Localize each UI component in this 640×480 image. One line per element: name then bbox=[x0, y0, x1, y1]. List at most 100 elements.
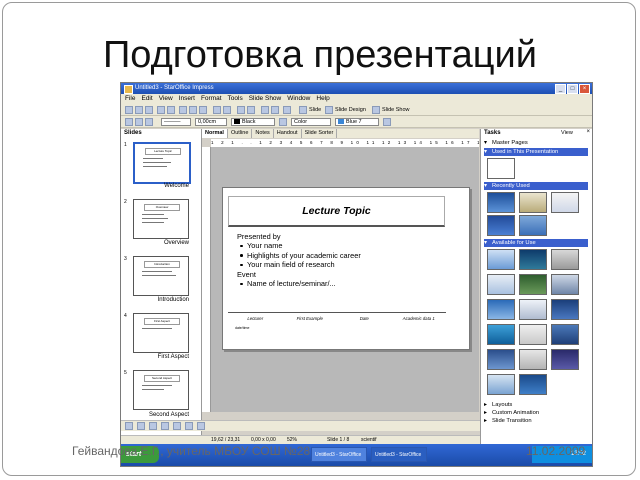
master-thumb[interactable] bbox=[487, 374, 515, 395]
menu-view[interactable]: View bbox=[159, 94, 173, 104]
thumb-line bbox=[142, 275, 176, 276]
text-tool-icon[interactable] bbox=[173, 422, 181, 430]
slide-canvas[interactable]: Lecture Topic Presented by Your name Hig… bbox=[222, 187, 470, 350]
master-thumb[interactable] bbox=[519, 324, 547, 345]
master-thumb[interactable] bbox=[551, 299, 579, 320]
spellcheck-icon[interactable] bbox=[167, 106, 175, 114]
master-thumb[interactable] bbox=[551, 192, 579, 213]
slide-thumbnail-3[interactable]: Introduction bbox=[133, 256, 189, 296]
master-thumb[interactable] bbox=[519, 349, 547, 370]
ellipse-icon[interactable] bbox=[161, 422, 169, 430]
cut-icon[interactable] bbox=[179, 106, 187, 114]
connector-icon[interactable] bbox=[197, 422, 205, 430]
chart-icon[interactable] bbox=[247, 106, 255, 114]
tab-slide-sorter[interactable]: Slide Sorter bbox=[302, 129, 338, 138]
new-icon[interactable] bbox=[125, 106, 133, 114]
line-tool-icon[interactable] bbox=[137, 422, 145, 430]
minimize-icon[interactable]: _ bbox=[555, 84, 566, 94]
styles-icon[interactable] bbox=[125, 118, 133, 126]
menu-file[interactable]: File bbox=[125, 94, 135, 104]
thumb-line bbox=[142, 222, 164, 223]
navigator-icon[interactable] bbox=[261, 106, 269, 114]
master-thumb[interactable] bbox=[487, 274, 515, 295]
master-thumb[interactable] bbox=[487, 249, 515, 270]
close-icon[interactable]: × bbox=[579, 84, 590, 94]
master-thumb[interactable] bbox=[487, 192, 515, 213]
slide-transition-header[interactable]: ▸ Slide Transition bbox=[484, 417, 588, 425]
slide-thumbnail-4[interactable]: First Aspect bbox=[133, 313, 189, 353]
menu-edit[interactable]: Edit bbox=[141, 94, 152, 104]
master-thumb[interactable] bbox=[487, 215, 515, 236]
slide-title-box[interactable]: Lecture Topic bbox=[228, 196, 445, 227]
table-icon[interactable] bbox=[237, 106, 245, 114]
tab-normal[interactable]: Normal bbox=[202, 129, 228, 138]
custom-animation-header[interactable]: ▸ Custom Animation bbox=[484, 409, 588, 417]
paste-icon[interactable] bbox=[199, 106, 207, 114]
master-pages-header[interactable]: ▾ Master Pages bbox=[484, 139, 588, 147]
save-icon[interactable] bbox=[145, 106, 153, 114]
tab-notes[interactable]: Notes bbox=[252, 129, 274, 138]
line-style-select[interactable]: ——— bbox=[161, 118, 191, 126]
menu-slide-show[interactable]: Slide Show bbox=[249, 94, 282, 104]
help-icon[interactable] bbox=[283, 106, 291, 114]
line-color-select[interactable]: Black bbox=[231, 118, 275, 126]
master-thumb[interactable] bbox=[551, 249, 579, 270]
arrow-style-icon[interactable] bbox=[145, 118, 153, 126]
used-section-header[interactable]: ▾ Used in This Presentation bbox=[484, 148, 588, 156]
taskbar-item[interactable]: Untitled3 - StarOffice bbox=[371, 447, 427, 462]
slide-body[interactable]: Presented by Your name Highlights of you… bbox=[237, 232, 361, 288]
tab-outline[interactable]: Outline bbox=[228, 129, 253, 138]
maximize-icon[interactable]: □ bbox=[567, 84, 578, 94]
curve-icon[interactable] bbox=[185, 422, 193, 430]
area-color-select[interactable]: Blue 7 bbox=[335, 118, 379, 126]
print-icon[interactable] bbox=[157, 106, 165, 114]
master-thumb[interactable] bbox=[519, 374, 547, 395]
slide-button[interactable]: Slide bbox=[309, 105, 321, 115]
slide-design-icon[interactable] bbox=[325, 106, 333, 114]
master-thumb[interactable] bbox=[551, 324, 579, 345]
open-icon[interactable] bbox=[135, 106, 143, 114]
taskbar-item[interactable]: Untitled3 - StarOffice bbox=[311, 447, 367, 462]
menu-format[interactable]: Format bbox=[201, 94, 222, 104]
undo-icon[interactable] bbox=[213, 106, 221, 114]
master-thumb[interactable] bbox=[551, 349, 579, 370]
menu-help[interactable]: Help bbox=[316, 94, 329, 104]
master-thumb[interactable] bbox=[519, 215, 547, 236]
shadow-icon[interactable] bbox=[383, 118, 391, 126]
master-thumb[interactable] bbox=[519, 249, 547, 270]
available-section-header[interactable]: ▾ Available for Use bbox=[484, 239, 588, 247]
layouts-header[interactable]: ▸ Layouts bbox=[484, 401, 588, 409]
recent-section-header[interactable]: ▾ Recently Used bbox=[484, 182, 588, 190]
tab-handout[interactable]: Handout bbox=[274, 129, 302, 138]
slide-show-button[interactable]: Slide Show bbox=[382, 105, 410, 115]
redo-icon[interactable] bbox=[223, 106, 231, 114]
slide-thumbnail-2[interactable]: Overview bbox=[133, 199, 189, 239]
area-mode-select[interactable]: Color bbox=[291, 118, 331, 126]
close-icon[interactable]: × bbox=[586, 129, 590, 135]
master-thumb[interactable] bbox=[519, 299, 547, 320]
tasks-view-menu[interactable]: View bbox=[561, 130, 573, 136]
master-thumb[interactable] bbox=[519, 274, 547, 295]
area-icon[interactable] bbox=[279, 118, 287, 126]
master-thumb[interactable] bbox=[487, 324, 515, 345]
line-width-field[interactable]: 0,00cm bbox=[195, 118, 227, 126]
tasks-pane: Tasks View × ▾ Master Pages ▾ Used in This… bbox=[480, 129, 592, 466]
rectangle-icon[interactable] bbox=[149, 422, 157, 430]
gallery-icon[interactable] bbox=[271, 106, 279, 114]
line-icon[interactable] bbox=[135, 118, 143, 126]
copy-icon[interactable] bbox=[189, 106, 197, 114]
slide-design-button[interactable]: Slide Design bbox=[335, 105, 366, 115]
master-thumb[interactable] bbox=[519, 192, 547, 213]
menu-tools[interactable]: Tools bbox=[228, 94, 243, 104]
slide-thumbnail-5[interactable]: Second Aspect bbox=[133, 370, 189, 410]
new-slide-icon[interactable] bbox=[299, 106, 307, 114]
master-thumb[interactable] bbox=[487, 349, 515, 370]
slide-show-icon[interactable] bbox=[372, 106, 380, 114]
master-thumb[interactable] bbox=[551, 274, 579, 295]
slide-thumbnail-1[interactable]: Lecture Topic bbox=[133, 142, 191, 184]
master-thumb[interactable] bbox=[487, 158, 515, 179]
master-thumb[interactable] bbox=[487, 299, 515, 320]
menu-window[interactable]: Window bbox=[287, 94, 310, 104]
menu-insert[interactable]: Insert bbox=[179, 94, 195, 104]
select-icon[interactable] bbox=[125, 422, 133, 430]
